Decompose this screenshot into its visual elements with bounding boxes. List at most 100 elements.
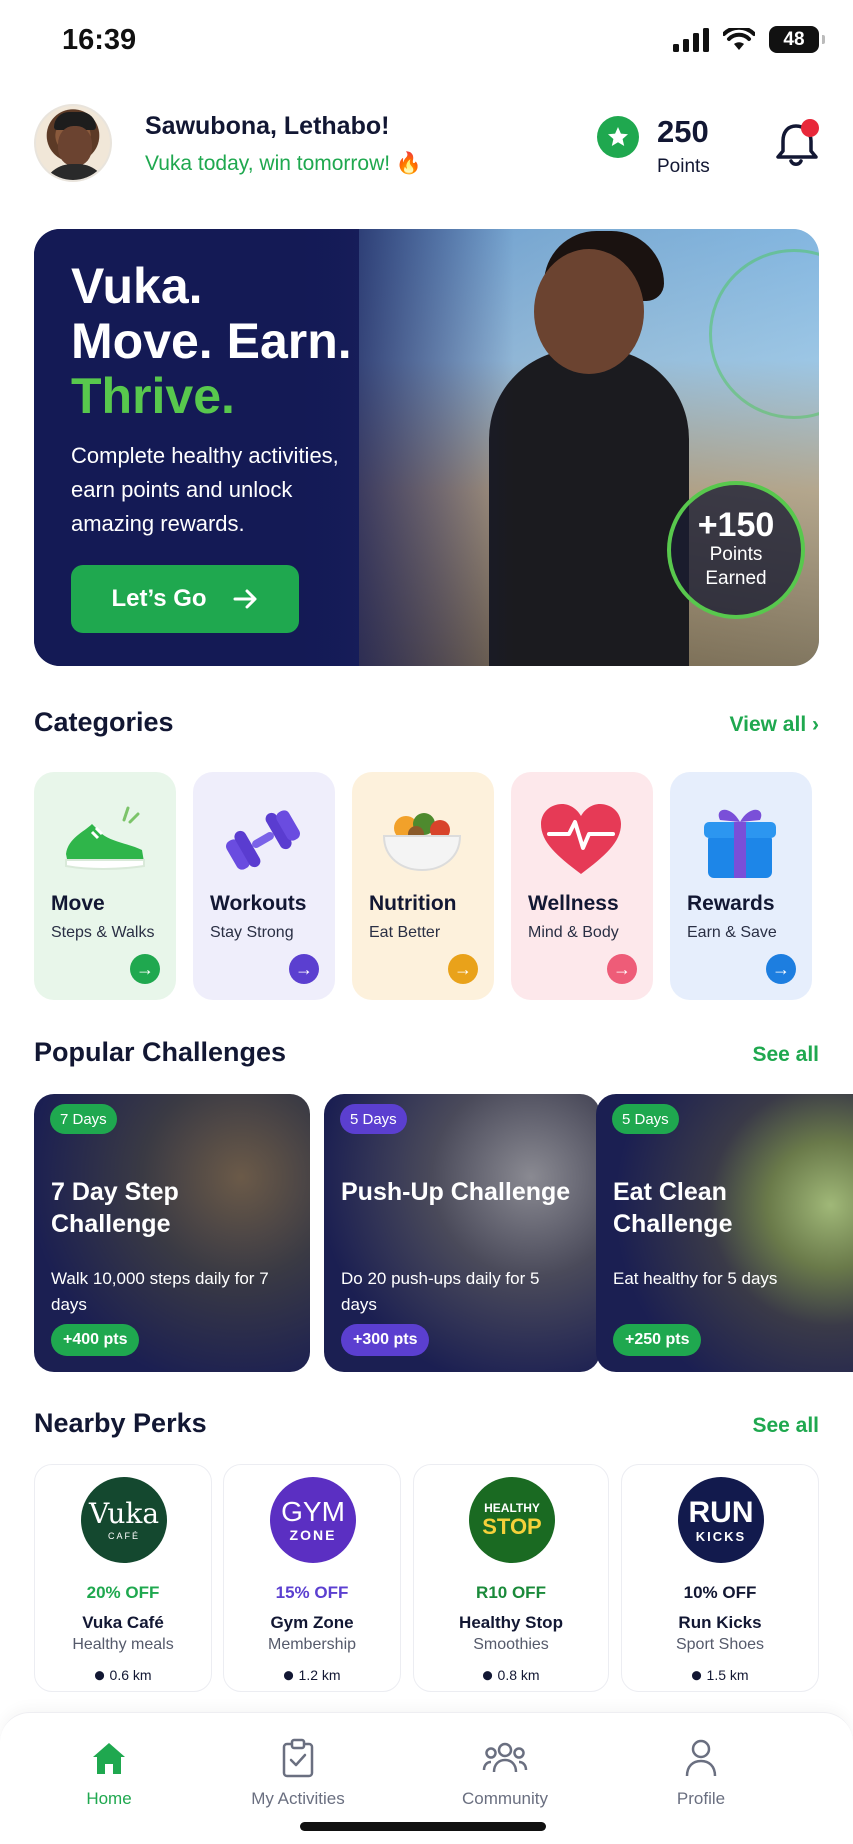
header: Sawubona, Lethabo! Vuka today, win tomor… [34, 104, 819, 182]
arrow-right-icon[interactable]: → [289, 954, 319, 984]
categories-title: Categories [34, 707, 174, 737]
challenge-duration-badge: 7 Days [50, 1104, 117, 1134]
challenge-description: Do 20 push-ups daily for 5 days [341, 1269, 540, 1314]
perks-see-all-link[interactable]: See all [752, 1414, 819, 1438]
gift-icon [704, 809, 776, 878]
runner-image [489, 349, 689, 666]
lets-go-button[interactable]: Let’s Go [71, 565, 299, 633]
perks-list: Vuka CAFÉ 20% OFF Vuka Café Healthy meal… [34, 1464, 819, 1692]
tab-label: Profile [676, 1789, 726, 1808]
tagline-text: Vuka today, win tomorrow! 🔥 [145, 152, 423, 175]
challenge-title: 7 Day Step Challenge [51, 1178, 179, 1238]
avatar[interactable] [34, 104, 112, 182]
category-subtitle: Steps & Walks [51, 924, 155, 941]
sneaker-icon [65, 806, 145, 870]
tab-label: Home [86, 1789, 132, 1808]
food-bowl-icon [382, 813, 462, 872]
perk-card-healthy-stop[interactable]: HEALTHY STOP R10 OFF Healthy Stop Smooth… [413, 1464, 609, 1692]
status-icons: 48 [673, 26, 825, 53]
greeting-text: Sawubona, Lethabo! [145, 112, 390, 140]
arrow-right-icon[interactable]: → [766, 954, 796, 984]
perk-card-vuka-cafe[interactable]: Vuka CAFÉ 20% OFF Vuka Café Healthy meal… [34, 1464, 212, 1692]
perk-offer: R10 OFF [476, 1583, 546, 1602]
status-time: 16:39 [62, 24, 137, 56]
notification-bell-icon[interactable] [774, 118, 822, 170]
status-bar: 16:39 48 [0, 0, 853, 84]
arrow-right-icon[interactable]: → [130, 954, 160, 984]
category-name: Workouts [210, 892, 307, 915]
star-badge-icon [597, 116, 639, 158]
perk-distance: ⬤ 0.8 km [482, 1667, 540, 1683]
challenge-card-pushup[interactable]: 5 Days Push-Up Challenge Do 20 push-ups … [324, 1094, 600, 1372]
vuka-cafe-logo: Vuka CAFÉ [81, 1477, 167, 1563]
perk-name: Healthy Stop [459, 1613, 563, 1632]
tab-my-activities[interactable]: My Activities [218, 1737, 378, 1809]
tab-label: My Activities [251, 1789, 345, 1808]
category-card-wellness[interactable]: Wellness Mind & Body → [511, 772, 653, 1000]
wifi-icon [723, 27, 755, 50]
user-icon [685, 1739, 717, 1777]
perk-name: Gym Zone [270, 1613, 354, 1632]
perk-subtitle: Healthy meals [72, 1636, 174, 1653]
tab-home[interactable]: Home [29, 1737, 189, 1809]
category-name: Move [51, 892, 105, 915]
challenge-card-eat-clean[interactable]: 5 Days Eat Clean Challenge Eat healthy f… [596, 1094, 853, 1372]
category-card-nutrition[interactable]: Nutrition Eat Better → [352, 772, 494, 1000]
tab-community[interactable]: Community [425, 1737, 585, 1809]
challenge-duration-badge: 5 Days [612, 1104, 679, 1134]
category-subtitle: Stay Strong [210, 924, 294, 941]
perk-name: Vuka Café [82, 1613, 164, 1632]
category-card-rewards[interactable]: Rewards Earn & Save → [670, 772, 812, 1000]
challenge-description: Eat healthy for 5 days [613, 1269, 778, 1288]
perk-name: Run Kicks [678, 1613, 762, 1632]
hero-description: Complete healthy activities, earn points… [71, 443, 339, 536]
category-name: Wellness [528, 892, 619, 915]
run-kicks-logo: RUN KICKS [678, 1477, 764, 1563]
points-earned-badge: +150 Points Earned [667, 481, 805, 619]
perk-card-run-kicks[interactable]: RUN KICKS 10% OFF Run Kicks Sport Shoes … [621, 1464, 819, 1692]
challenges-see-all-link[interactable]: See all [752, 1043, 819, 1067]
location-pin-icon: ⬤ [482, 1669, 493, 1680]
category-subtitle: Earn & Save [687, 924, 777, 941]
hero-heading: Vuka. Move. Earn. Thrive. [71, 258, 352, 424]
category-card-workouts[interactable]: Workouts Stay Strong → [193, 772, 335, 1000]
challenge-title: Eat Clean Challenge [613, 1178, 733, 1238]
perk-offer: 10% OFF [683, 1583, 757, 1602]
perk-subtitle: Smoothies [473, 1636, 549, 1653]
challenge-duration-badge: 5 Days [340, 1104, 407, 1134]
perk-offer: 15% OFF [275, 1583, 349, 1602]
arrow-right-icon [233, 589, 257, 609]
home-icon [93, 1743, 125, 1774]
challenges-title: Popular Challenges [34, 1037, 287, 1067]
people-icon [482, 1742, 528, 1773]
home-indicator [300, 1822, 546, 1831]
location-pin-icon: ⬤ [283, 1669, 294, 1680]
tab-label: Community [462, 1789, 548, 1808]
perk-distance: ⬤ 1.5 km [691, 1667, 749, 1683]
categories-view-all-link[interactable]: View all › [730, 713, 820, 737]
battery-icon: 48 [769, 26, 825, 53]
healthy-stop-logo: HEALTHY STOP [469, 1477, 555, 1563]
challenges-list: 7 Days 7 Day Step Challenge Walk 10,000 … [34, 1094, 853, 1372]
location-pin-icon: ⬤ [94, 1669, 105, 1680]
points-value[interactable]: 250 [657, 114, 709, 150]
gym-zone-logo: GYM ZONE [270, 1477, 356, 1563]
arrow-right-icon[interactable]: → [607, 954, 637, 984]
perk-subtitle: Membership [267, 1636, 357, 1653]
challenge-points-badge: +250 pts [613, 1324, 702, 1356]
category-name: Nutrition [369, 892, 457, 915]
arrow-right-icon[interactable]: → [448, 954, 478, 984]
heart-pulse-icon [541, 804, 621, 874]
challenge-card-steps[interactable]: 7 Days 7 Day Step Challenge Walk 10,000 … [34, 1094, 310, 1372]
perk-offer: 20% OFF [86, 1583, 160, 1602]
hero-banner: Vuka. Move. Earn. Thrive. Complete healt… [34, 229, 819, 666]
category-card-move[interactable]: Move Steps & Walks → [34, 772, 176, 1000]
perk-distance: ⬤ 0.6 km [94, 1667, 152, 1683]
clipboard-icon [282, 1738, 314, 1778]
challenge-points-badge: +300 pts [341, 1324, 430, 1356]
challenge-points-badge: +400 pts [51, 1324, 140, 1356]
points-label: Points [657, 156, 710, 177]
perk-card-gym-zone[interactable]: GYM ZONE 15% OFF Gym Zone Membership ⬤ 1.… [223, 1464, 401, 1692]
category-subtitle: Mind & Body [528, 924, 619, 941]
tab-profile[interactable]: Profile [621, 1737, 781, 1809]
